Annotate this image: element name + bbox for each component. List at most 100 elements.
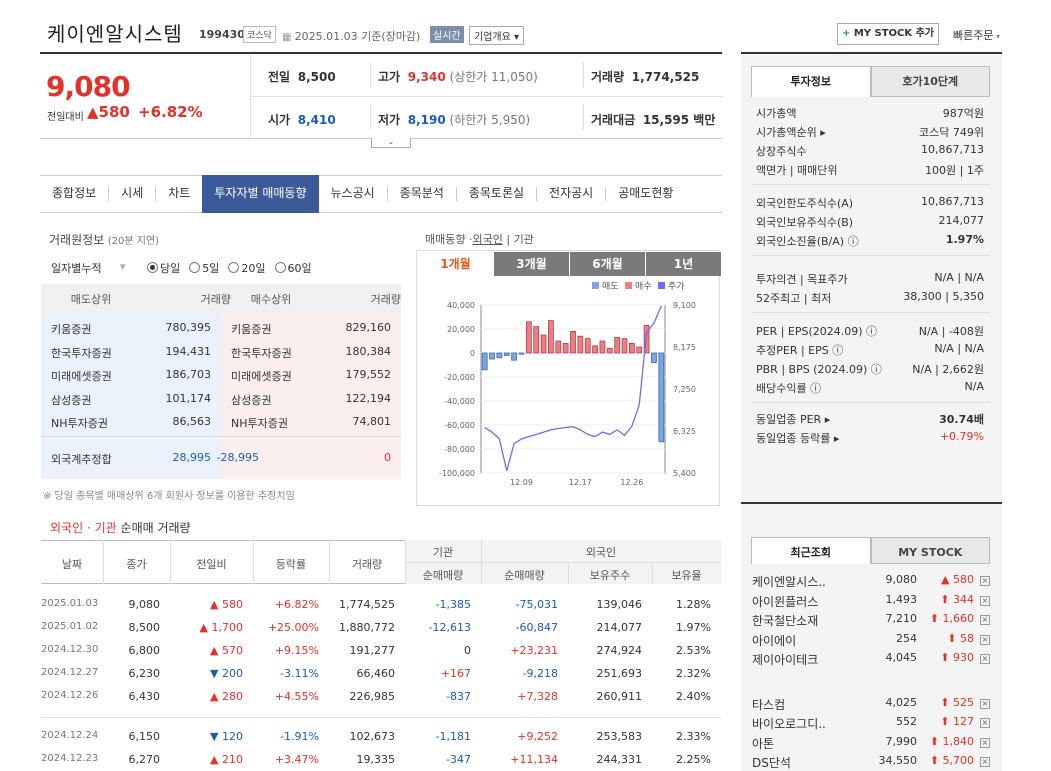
inst-link[interactable]: 기관 (514, 233, 534, 246)
quick-order-link[interactable]: 빠른주문 ▾ (953, 27, 1000, 43)
recent-stock-name[interactable]: 케이엔알시스.. (752, 573, 826, 590)
recent-stock-name[interactable]: 아이윈플러스 (752, 593, 818, 610)
info-value: N/A | 2,662원 (912, 363, 984, 376)
bar (651, 352, 657, 363)
right-tab[interactable]: 최근조회 (751, 537, 871, 564)
trend-chart: 40,000 20,000 0 -20,000 -40,000 -60,000 -80,00… (439, 281, 696, 487)
info-label: 배당수익률 ⓘ (756, 382, 822, 395)
recent-tabs: 최근조회 MY STOCK (751, 537, 990, 564)
buy-broker[interactable]: 미래에셋증권 (231, 368, 292, 384)
tab-0[interactable]: 종합정보 (40, 175, 108, 213)
info-value: 10,867,713 (921, 195, 984, 208)
remove-icon[interactable]: × (980, 698, 990, 709)
bar (525, 321, 532, 354)
period-tab[interactable]: 3개월 (494, 252, 569, 276)
table-cell: -75,031 (515, 598, 558, 611)
tab-3[interactable]: 투자자별 매매동향 (202, 175, 319, 213)
table-cell: ▲ 570 (210, 644, 243, 657)
recent-stock-name[interactable]: 아톤 (752, 735, 774, 752)
remove-icon[interactable]: × (980, 615, 990, 625)
add-mystock-button[interactable]: + MY STOCK 추가 (837, 23, 939, 45)
recent-stock-name[interactable]: 한국철단소재 (752, 612, 818, 629)
tab-6[interactable]: 종목토론실 (457, 175, 536, 213)
sell-broker[interactable]: 미래에셋증권 (51, 368, 112, 384)
tab-2[interactable]: 차트 (156, 175, 202, 213)
divider (752, 255, 990, 256)
table-cell: 2024.12.23 (41, 753, 99, 764)
sell-broker[interactable]: 한국투자증권 (51, 345, 112, 361)
divider (41, 717, 721, 718)
sell-broker[interactable]: 키움증권 (51, 321, 91, 337)
table-header: 전일비 (196, 558, 227, 571)
recent-stock-name[interactable]: 타스컴 (752, 696, 785, 713)
foreign-link[interactable]: 외국인 (472, 233, 502, 246)
remove-icon[interactable]: × (980, 718, 990, 728)
recent-stock-name[interactable]: 아이에이 (752, 632, 796, 649)
remove-icon[interactable]: × (980, 634, 990, 645)
recent-stock-name[interactable]: 바이오로그디.. (752, 715, 826, 732)
period-radio[interactable]: 당일 (147, 260, 180, 276)
divider (752, 312, 990, 313)
remove-icon[interactable]: × (980, 737, 990, 748)
table-subheader: 보유율 (671, 569, 702, 582)
recent-stock-name[interactable]: DS단석 (752, 754, 791, 771)
bar (555, 340, 562, 354)
divider (752, 184, 990, 185)
company-overview-button[interactable]: 기업개요 ▾ (469, 26, 524, 45)
right-tab[interactable]: 투자정보 (751, 66, 871, 97)
info-label: 상장주식수 (756, 145, 807, 158)
info-value: +0.79% (939, 430, 984, 443)
trend-chart-box: 40,000 20,000 0 -20,000 -40,000 -60,000 -80,00… (416, 250, 721, 506)
recent-stock-change: ▲ 580 (941, 573, 974, 586)
buy-volume: 179,552 (345, 368, 392, 381)
tab-4[interactable]: 뉴스공시 (319, 175, 387, 213)
bar (584, 338, 591, 354)
divider (583, 104, 584, 130)
recent-stock-change: ⬆ 344 (940, 592, 974, 606)
y-left-tick: -100,000 (439, 469, 475, 478)
tab-5[interactable]: 종목분석 (388, 175, 456, 213)
period-tab[interactable]: 1년 (646, 252, 721, 276)
divider (405, 562, 721, 563)
table-cell: 6,800 (128, 644, 161, 657)
realtime-button[interactable]: 실시간 (430, 26, 464, 43)
table-cell: -9,218 (522, 667, 558, 680)
period-radio[interactable]: 20일 (228, 260, 266, 276)
remove-icon[interactable]: × (980, 757, 990, 767)
legend-label: 매수 (635, 281, 652, 292)
table-subheader: 보유주수 (589, 569, 631, 582)
table-header: 기관 (432, 546, 454, 559)
remove-icon[interactable]: × (980, 654, 990, 664)
sell-broker[interactable]: NH투자증권 (51, 415, 108, 431)
period-tab[interactable]: 1개월 (418, 252, 493, 276)
remove-icon[interactable]: × (980, 576, 990, 586)
buy-broker[interactable]: 키움증권 (231, 321, 271, 337)
right-tab[interactable]: MY STOCK (870, 537, 990, 564)
right-tab[interactable]: 호가10단계 (870, 66, 990, 97)
table-cell: 244,331 (596, 753, 643, 766)
table-header: 거래량 (351, 558, 383, 571)
buy-broker[interactable]: NH투자증권 (231, 415, 288, 431)
period-radio[interactable]: 5일 (189, 260, 219, 276)
expand-chevron-icon[interactable]: ⌄ (371, 138, 411, 148)
recent-stock-name[interactable]: 제이아이테크 (752, 651, 818, 668)
period-radio[interactable]: 60일 (274, 260, 312, 276)
divider (250, 96, 722, 97)
buy-broker[interactable]: 한국투자증권 (231, 345, 292, 361)
table-cell: -1.91% (280, 730, 319, 743)
tab-8[interactable]: 공매도현황 (606, 175, 685, 213)
bar (562, 343, 569, 354)
remove-icon[interactable]: × (980, 595, 990, 606)
foreign-net: 0 (384, 451, 391, 464)
buy-broker[interactable]: 삼성증권 (231, 392, 271, 408)
table-cell: -1,181 (435, 730, 471, 743)
table-cell: -3.11% (280, 667, 319, 680)
divider (752, 402, 990, 403)
high-price: 고가 9,340 (상한가 11,050) (378, 70, 538, 84)
table-cell: -837 (446, 690, 471, 703)
tab-1[interactable]: 시세 (109, 175, 155, 213)
period-tab[interactable]: 6개월 (570, 252, 645, 276)
bar (518, 352, 525, 355)
tab-7[interactable]: 전자공시 (537, 175, 605, 213)
sell-broker[interactable]: 삼성증권 (51, 392, 91, 408)
